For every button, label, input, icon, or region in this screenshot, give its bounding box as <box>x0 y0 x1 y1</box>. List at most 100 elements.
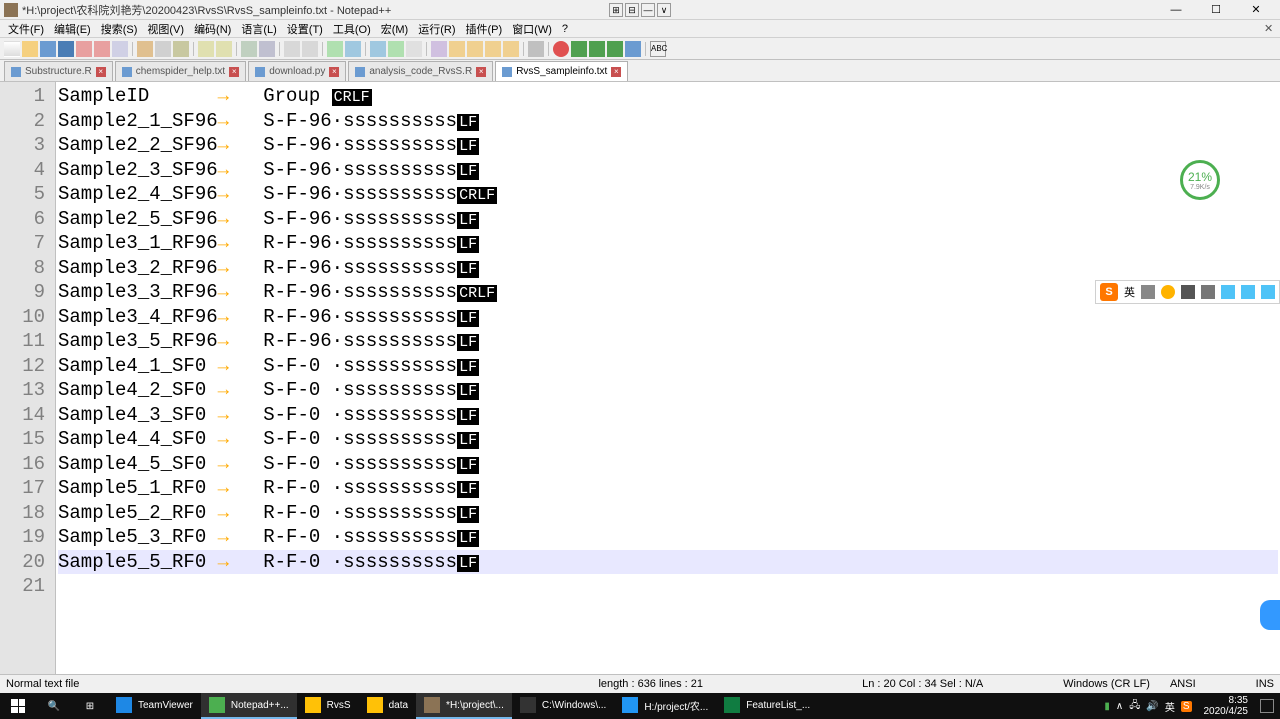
open-file-button[interactable] <box>22 41 38 57</box>
menu-4[interactable]: 编码(N) <box>190 19 235 39</box>
ime-settings-icon[interactable] <box>1261 285 1275 299</box>
editor-line[interactable]: Sample3_4_RF96→ R-F-96·ssssssssssLF <box>58 305 1278 330</box>
download-progress-badge[interactable]: 21% 7.9K/s <box>1180 160 1220 200</box>
close-file-button[interactable] <box>76 41 92 57</box>
paste-button[interactable] <box>173 41 189 57</box>
replace-button[interactable] <box>259 41 275 57</box>
widget-3-icon[interactable]: — <box>641 3 655 17</box>
editor-line[interactable]: Sample3_2_RF96→ R-F-96·ssssssssssLF <box>58 256 1278 281</box>
menu-6[interactable]: 设置(T) <box>283 19 327 39</box>
print-button[interactable] <box>112 41 128 57</box>
tab-2[interactable]: download.py× <box>248 61 346 81</box>
close-button[interactable]: ✕ <box>1236 1 1276 19</box>
zoom-in-button[interactable] <box>284 41 300 57</box>
editor-line[interactable]: Sample2_2_SF96→ S-F-96·ssssssssssLF <box>58 133 1278 158</box>
editor-line[interactable]: Sample3_5_RF96→ R-F-96·ssssssssssLF <box>58 329 1278 354</box>
taskbar-item-3[interactable]: data <box>359 693 416 719</box>
macro-play-button[interactable] <box>589 41 605 57</box>
word-wrap-button[interactable] <box>370 41 386 57</box>
editor-line[interactable]: Sample5_3_RF0 → R-F-0 ·ssssssssssLF <box>58 525 1278 550</box>
taskbar-item-1[interactable]: Notepad++... <box>201 693 297 719</box>
zoom-out-button[interactable] <box>302 41 318 57</box>
editor-line[interactable]: Sample4_2_SF0 → S-F-0 ·ssssssssssLF <box>58 378 1278 403</box>
undo-button[interactable] <box>198 41 214 57</box>
editor-content[interactable]: SampleID → Group CRLFSample2_1_SF96→ S-F… <box>56 82 1280 674</box>
monitor-button[interactable] <box>528 41 544 57</box>
show-whitespace-button[interactable] <box>388 41 404 57</box>
notification-center-button[interactable] <box>1260 699 1274 713</box>
menu-1[interactable]: 编辑(E) <box>50 19 95 39</box>
start-button[interactable] <box>0 693 36 719</box>
tray-chevron-icon[interactable]: ∧ <box>1116 701 1123 712</box>
taskview-button[interactable]: ⊞ <box>72 693 108 719</box>
tab-close-icon[interactable]: × <box>329 67 339 77</box>
taskbar-item-0[interactable]: TeamViewer <box>108 693 201 719</box>
menu-0[interactable]: 文件(F) <box>4 19 48 39</box>
menu-3[interactable]: 视图(V) <box>143 19 188 39</box>
redo-button[interactable] <box>216 41 232 57</box>
minimize-button[interactable]: — <box>1156 1 1196 19</box>
status-encoding[interactable]: ANSI <box>1170 678 1196 690</box>
editor-line[interactable]: Sample2_5_SF96→ S-F-96·ssssssssssLF <box>58 207 1278 232</box>
ime-skin-icon[interactable] <box>1221 285 1235 299</box>
doc-map-button[interactable] <box>449 41 465 57</box>
taskbar-item-5[interactable]: C:\Windows\... <box>512 693 614 719</box>
taskbar-item-2[interactable]: RvsS <box>297 693 359 719</box>
tab-0[interactable]: Substructure.R× <box>4 61 113 81</box>
editor-line[interactable]: Sample5_2_RF0 → R-F-0 ·ssssssssssLF <box>58 501 1278 526</box>
taskbar-item-6[interactable]: H:/project/农... <box>614 693 716 719</box>
ime-voice-icon[interactable] <box>1181 285 1195 299</box>
menu-12[interactable]: ? <box>558 21 572 37</box>
sync-vscroll-button[interactable] <box>327 41 343 57</box>
editor-line[interactable]: Sample4_5_SF0 → S-F-0 ·ssssssssssLF <box>58 452 1278 477</box>
editor-line[interactable]: Sample4_3_SF0 → S-F-0 ·ssssssssssLF <box>58 403 1278 428</box>
editor-line[interactable]: Sample4_4_SF0 → S-F-0 ·ssssssssssLF <box>58 427 1278 452</box>
editor-line[interactable]: Sample5_5_RF0 → R-F-0 ·ssssssssssLF <box>58 550 1278 575</box>
ime-toolbox-icon[interactable] <box>1241 285 1255 299</box>
maximize-button[interactable]: ☐ <box>1196 1 1236 19</box>
macro-save-button[interactable] <box>625 41 641 57</box>
editor-line[interactable]: SampleID → Group CRLF <box>58 84 1278 109</box>
save-button[interactable] <box>40 41 56 57</box>
menu-5[interactable]: 语言(L) <box>237 19 280 39</box>
macro-play-multi-button[interactable] <box>607 41 623 57</box>
macro-stop-button[interactable] <box>571 41 587 57</box>
spellcheck-button[interactable]: ABC <box>650 41 666 57</box>
ime-punct-icon[interactable] <box>1141 285 1155 299</box>
ime-toolbar[interactable]: S 英 <box>1095 280 1280 304</box>
tab-close-icon[interactable]: × <box>96 67 106 77</box>
editor-line[interactable]: Sample3_1_RF96→ R-F-96·ssssssssssLF <box>58 231 1278 256</box>
tray-battery-icon[interactable]: ▮ <box>1104 701 1110 712</box>
tab-close-icon[interactable]: × <box>229 67 239 77</box>
tab-close-icon[interactable]: × <box>611 67 621 77</box>
panel-close-icon[interactable]: ✕ <box>1264 22 1276 34</box>
close-all-button[interactable] <box>94 41 110 57</box>
save-all-button[interactable] <box>58 41 74 57</box>
editor-line[interactable]: Sample2_1_SF96→ S-F-96·ssssssssssLF <box>58 109 1278 134</box>
taskbar-item-7[interactable]: FeatureList_... <box>716 693 818 719</box>
taskbar-clock[interactable]: 8:35 2020/4/25 <box>1198 695 1255 717</box>
menu-10[interactable]: 插件(P) <box>462 19 507 39</box>
editor-line[interactable]: Sample2_4_SF96→ S-F-96·ssssssssssCRLF <box>58 182 1278 207</box>
tab-3[interactable]: analysis_code_RvsS.R× <box>348 61 493 81</box>
editor-line[interactable]: Sample2_3_SF96→ S-F-96·ssssssssssLF <box>58 158 1278 183</box>
widget-2-icon[interactable]: ⊟ <box>625 3 639 17</box>
tray-volume-icon[interactable]: 🔊 <box>1146 701 1158 712</box>
menu-7[interactable]: 工具(O) <box>329 19 375 39</box>
find-button[interactable] <box>241 41 257 57</box>
taskbar-item-4[interactable]: *H:\project\... <box>416 693 512 719</box>
sync-hscroll-button[interactable] <box>345 41 361 57</box>
folder-workspace-button[interactable] <box>503 41 519 57</box>
tray-network-icon[interactable]: 🖧 <box>1129 698 1140 715</box>
status-eol[interactable]: Windows (CR LF) <box>1063 678 1150 690</box>
cut-button[interactable] <box>137 41 153 57</box>
macro-record-button[interactable] <box>553 41 569 57</box>
status-insert-mode[interactable]: INS <box>1256 678 1274 690</box>
udl-button[interactable] <box>431 41 447 57</box>
editor-line[interactable]: Sample5_1_RF0 → R-F-0 ·ssssssssssLF <box>58 476 1278 501</box>
ime-lang-label[interactable]: 英 <box>1124 284 1135 300</box>
ime-emoji-icon[interactable] <box>1161 285 1175 299</box>
tray-ime-icon[interactable]: S <box>1181 701 1192 712</box>
ime-logo-icon[interactable]: S <box>1100 283 1118 301</box>
doc-list-button[interactable] <box>467 41 483 57</box>
